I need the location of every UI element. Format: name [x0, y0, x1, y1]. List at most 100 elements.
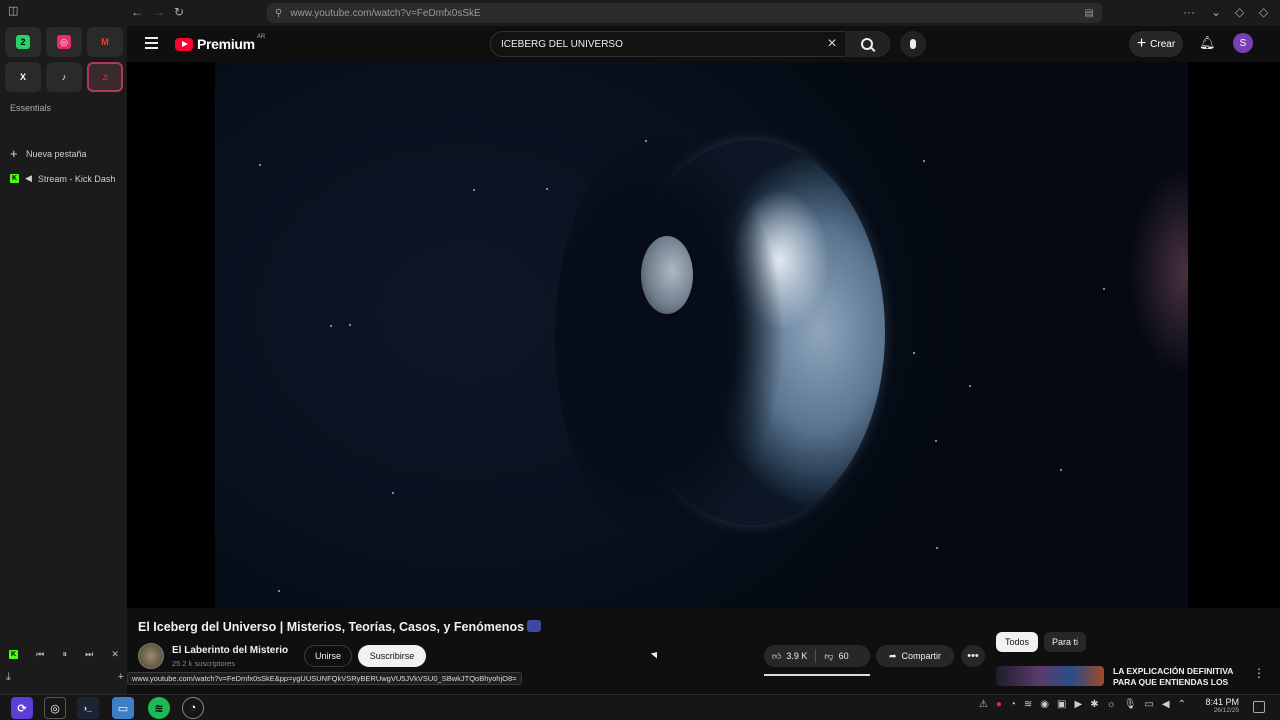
subscribe-button[interactable]: Suscribirse: [358, 645, 426, 667]
kick-icon: K: [10, 174, 19, 183]
sidebar-toggle-icon[interactable]: ◫: [8, 5, 20, 17]
galaxy-emoji-icon: [527, 620, 542, 632]
tray-app-icon[interactable]: ⚠: [979, 699, 988, 710]
start-app-icon[interactable]: ⟳: [11, 697, 33, 719]
bluetooth-icon[interactable]: ✱: [1090, 699, 1098, 710]
chip-todos[interactable]: Todos: [996, 632, 1038, 652]
thumbs-up-icon: 👍︎: [772, 650, 782, 661]
next-track-icon[interactable]: ⏭: [85, 649, 93, 660]
reader-mode-icon[interactable]: ▤: [1085, 8, 1094, 19]
system-clock[interactable]: 8:41 PM 26/12/25: [1199, 697, 1239, 714]
star: [278, 590, 280, 592]
pinned-tab-gmail[interactable]: M: [87, 27, 123, 57]
pinned-tab-tiktok[interactable]: ♪: [46, 62, 82, 92]
site-info-icon[interactable]: ⚲: [275, 8, 282, 19]
dislike-button[interactable]: 👎︎ 60: [816, 651, 856, 662]
spotify-icon[interactable]: ≋: [148, 697, 170, 719]
search-input[interactable]: ICEBERG DEL UNIVERSO: [491, 39, 819, 50]
logo-region: AR: [256, 34, 266, 40]
notifications-bell-icon[interactable]: 🔔︎: [1199, 35, 1216, 51]
video-player[interactable]: [127, 62, 1280, 608]
star: [330, 325, 332, 327]
account-avatar[interactable]: S: [1233, 33, 1253, 53]
volume-icon[interactable]: ◀: [1162, 699, 1170, 710]
sidebar-tab-kick[interactable]: K ◀ Stream - Kick Dash: [10, 173, 120, 184]
recommendation-menu-icon[interactable]: ⋮: [1253, 666, 1265, 680]
share-label: Compartir: [901, 651, 942, 661]
youtube-logo[interactable]: Premium AR: [175, 34, 267, 52]
record-icon[interactable]: ●: [996, 699, 1002, 710]
extension-icon[interactable]: ◇: [1235, 5, 1244, 19]
star: [969, 385, 971, 387]
planet-shadow: [555, 122, 785, 552]
terminal-app-icon[interactable]: ›_: [77, 697, 99, 719]
reload-icon[interactable]: ↻: [174, 5, 184, 19]
mic-icon[interactable]: 🎙︎: [1124, 699, 1137, 710]
downloads-icon[interactable]: ⤓: [6, 671, 11, 684]
address-bar[interactable]: ⚲ www.youtube.com/watch?v=FeDmfx0sSkE ▤: [267, 3, 1102, 23]
chevron-up-icon[interactable]: ⌃: [1178, 699, 1186, 710]
file-explorer-icon[interactable]: ▭: [112, 697, 134, 719]
system-tray: ⚠ ● ◔ ≋ ◉ ▣ ▶ ✱ ☼ 🎙︎ ▭ ◀ ⌃: [979, 699, 1186, 710]
pinned-tab-whatsapp[interactable]: 2: [5, 27, 41, 57]
pause-icon[interactable]: ⏸: [62, 649, 67, 660]
essentials-label: Essentials: [10, 103, 52, 113]
window-icon[interactable]: ◇: [1259, 5, 1268, 19]
channel-name[interactable]: El Laberinto del Misterio: [172, 645, 288, 656]
obs-tray-icon[interactable]: ◔: [1010, 699, 1016, 710]
clear-search-icon[interactable]: ×: [819, 35, 845, 53]
search-button[interactable]: [845, 31, 889, 57]
menu-icon[interactable]: [145, 37, 158, 49]
x-icon: X: [19, 72, 26, 82]
add-icon[interactable]: +: [118, 671, 124, 684]
youtube-play-icon: [175, 37, 193, 51]
browser-app-icon[interactable]: ◎: [44, 697, 66, 719]
display-icon[interactable]: ▭: [1144, 699, 1153, 710]
previous-track-icon[interactable]: ⏮: [36, 649, 44, 660]
new-tab-label: Nueva pestaña: [26, 148, 87, 159]
voice-search-button[interactable]: [900, 31, 926, 57]
show-desktop-button[interactable]: [1253, 701, 1265, 713]
recommendation-thumbnail[interactable]: [996, 666, 1104, 686]
search-box: ICEBERG DEL UNIVERSO ×: [490, 31, 890, 57]
mute-icon[interactable]: ✕: [111, 649, 119, 660]
browser-toolbar: ← → ↻ ⚲ www.youtube.com/watch?v=FeDmfx0s…: [127, 0, 1280, 26]
spotify-tray-icon[interactable]: ≋: [1024, 699, 1032, 710]
brightness-icon[interactable]: ☼: [1107, 699, 1116, 710]
speaker-icon: ◀: [25, 173, 32, 183]
sidebar-footer: ⤓ +: [6, 671, 124, 684]
join-button[interactable]: Unirse: [304, 645, 352, 667]
channel-avatar[interactable]: [138, 643, 164, 669]
more-actions-icon[interactable]: •••: [961, 645, 985, 667]
video-frame[interactable]: [215, 62, 1188, 608]
mouse-cursor-icon: [650, 649, 661, 659]
create-label: Crear: [1150, 38, 1176, 50]
clock-date: 26/12/25: [1213, 707, 1239, 714]
url-text: www.youtube.com/watch?v=FeDmfx0sSkE: [290, 7, 481, 19]
pinned-tab-x[interactable]: X: [5, 62, 41, 92]
new-tab-button[interactable]: + Nueva pestaña: [10, 146, 120, 161]
clipboard-icon[interactable]: ▣: [1057, 699, 1066, 710]
recommendation-title[interactable]: LA EXPLICACIÓN DEFINITIVA PARA QUE ENTIE…: [1113, 666, 1243, 686]
forward-icon[interactable]: →: [153, 5, 165, 19]
thumbs-down-icon: 👎︎: [824, 650, 834, 661]
video-title: El Iceberg del Universo | Misterios, Teo…: [138, 620, 542, 634]
back-icon[interactable]: ←: [131, 5, 143, 19]
share-button[interactable]: ➦ Compartir: [876, 645, 954, 667]
instagram-icon: ◎: [57, 35, 71, 49]
pinned-tab-instagram[interactable]: ◎: [46, 27, 82, 57]
like-ratio-bar: [764, 674, 870, 676]
media-icon[interactable]: ▶: [1074, 699, 1082, 710]
star: [546, 188, 548, 190]
chip-para-ti[interactable]: Para ti: [1044, 632, 1086, 652]
pinned-tab-youtube-music[interactable]: ♫: [87, 62, 123, 92]
chevron-down-icon[interactable]: ⌄: [1211, 5, 1221, 19]
steam-icon[interactable]: ◉: [1040, 699, 1049, 710]
obs-icon[interactable]: ◔: [182, 697, 204, 719]
create-button[interactable]: + Crear: [1129, 31, 1183, 57]
star: [645, 140, 647, 142]
browser-sidebar: ◫ 2 ◎ M X ♪ ♫ Essentials + Nueva pestaña…: [0, 0, 127, 694]
menu-dots-icon[interactable]: ···: [1183, 5, 1195, 19]
pinned-tabs: 2 ◎ M X ♪ ♫: [5, 27, 123, 92]
like-button[interactable]: 👍︎ 3.9 K: [764, 651, 815, 662]
